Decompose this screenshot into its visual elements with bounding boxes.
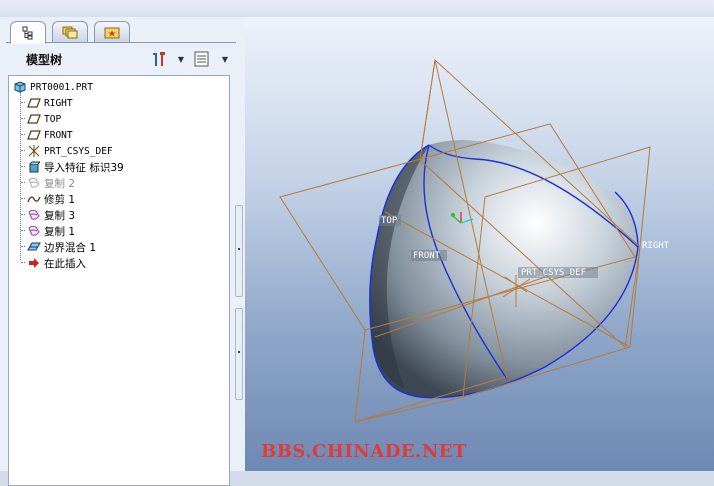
datum-plane-icon — [27, 128, 41, 142]
favorites-tab[interactable] — [94, 21, 130, 42]
datum-label-csys[interactable]: PRT_CSYS_DEF — [521, 268, 586, 278]
insert-here-arrow-icon — [27, 256, 41, 270]
favorites-icon — [104, 27, 120, 39]
datum-label-right[interactable]: RIGHT — [642, 241, 670, 251]
datum-label-front[interactable]: FRONT — [413, 251, 441, 261]
csys-icon — [27, 144, 41, 158]
datum-plane-icon — [27, 96, 41, 110]
model-tree[interactable]: PRT0001.PRT RIGHT TOP FRONT PRT_CSYS_DEF… — [8, 75, 230, 486]
show-button[interactable]: ▼ — [194, 49, 228, 69]
tree-item-copy-2[interactable]: 复制 2 — [27, 175, 75, 191]
copy-surface-icon — [27, 208, 41, 222]
panel-splitter-handle-lower[interactable] — [235, 308, 243, 400]
import-feature-icon — [27, 160, 41, 174]
tree-item-copy-1[interactable]: 复制 1 — [27, 223, 75, 239]
folders-icon — [62, 26, 78, 39]
tree-item-trim-1[interactable]: 修剪 1 — [27, 191, 75, 207]
settings-button[interactable]: ▼ — [150, 49, 184, 69]
tree-item-import-feature[interactable]: 导入特征 标识39 — [27, 159, 124, 175]
tree-item-right-plane[interactable]: RIGHT — [27, 95, 73, 111]
copy-surface-icon — [27, 224, 41, 238]
model-tree-title: 模型树 — [26, 52, 63, 67]
copy-surface-icon — [27, 176, 41, 190]
tree-item-front-plane[interactable]: FRONT — [27, 127, 73, 143]
model-tree-icon — [22, 26, 33, 40]
panel-splitter-handle[interactable] — [235, 205, 243, 297]
datum-label-top[interactable]: TOP — [381, 216, 398, 226]
tree-item-csys[interactable]: PRT_CSYS_DEF — [27, 143, 113, 159]
navigator-tabs — [6, 21, 242, 44]
top-toolbar-strip — [0, 0, 714, 18]
tree-item-top-plane[interactable]: TOP — [27, 111, 61, 127]
model-tree-tools: ▼ ▼ — [150, 49, 228, 69]
model-tree-header: 模型树 ▼ ▼ — [6, 45, 236, 73]
list-icon — [194, 51, 209, 67]
boundary-blend-icon — [27, 240, 41, 254]
part-icon — [13, 80, 27, 94]
tree-item-copy-3[interactable]: 复制 3 — [27, 207, 75, 223]
chevron-down-icon: ▼ — [177, 54, 184, 64]
folder-browser-tab[interactable] — [52, 21, 88, 42]
model-tree-tab[interactable] — [10, 21, 46, 44]
tree-item-boundary-blend-1[interactable]: 边界混合 1 — [27, 239, 96, 255]
chevron-down-icon: ▼ — [221, 54, 228, 64]
datum-plane-icon — [27, 112, 41, 126]
watermark: BBS.CHINADE.NET — [261, 441, 467, 462]
model-view: TOP FRONT RIGHT PRT_CSYS_DEF — [279, 58, 670, 423]
graphics-viewport[interactable]: TOP FRONT RIGHT PRT_CSYS_DEF BBS.CHINADE… — [245, 17, 714, 471]
tree-item-part[interactable]: PRT0001.PRT — [13, 79, 93, 95]
navigator-panel: 模型树 ▼ ▼ PRT0001.PRT RIGHT TOP FRONT PRT_… — [0, 17, 245, 486]
tree-item-insert-here[interactable]: 在此插入 — [27, 255, 86, 271]
tools-icon — [153, 52, 165, 66]
trim-icon — [27, 192, 41, 206]
